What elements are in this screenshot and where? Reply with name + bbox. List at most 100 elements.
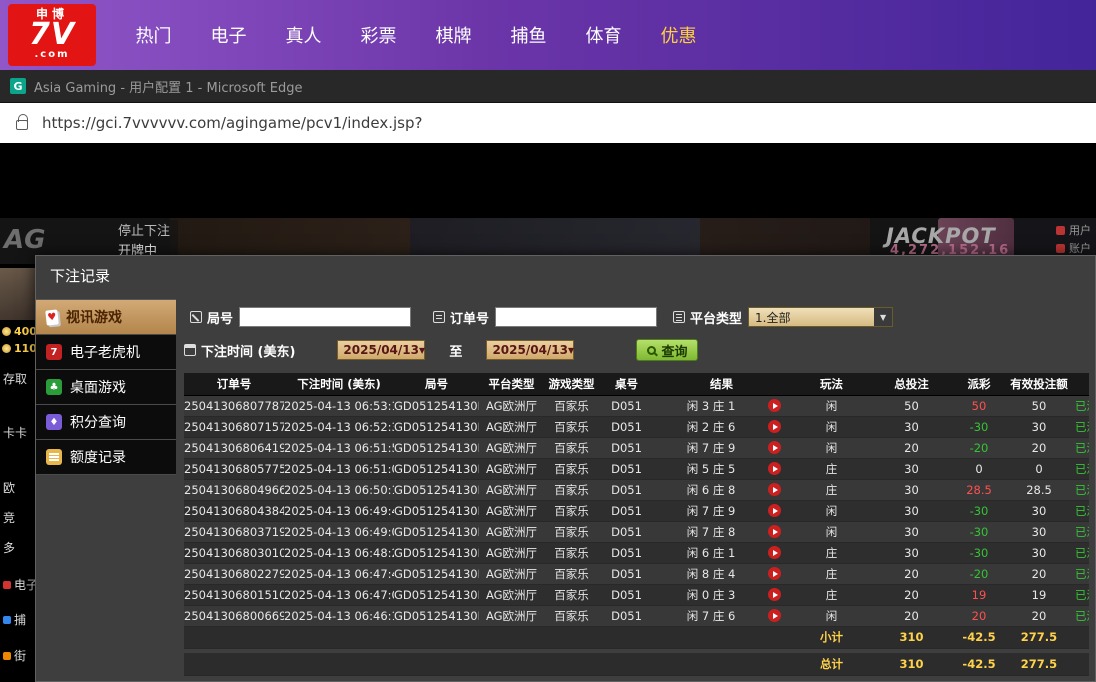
left-strip-label: 欧 <box>3 481 16 495</box>
browser-titlebar: G Asia Gaming - 用户配置 1 - Microsoft Edge <box>0 70 1096 103</box>
sidebar-item-4[interactable]: ♦ 积分查询 <box>36 405 176 440</box>
sidebar-item-2[interactable]: 7 电子老虎机 <box>36 335 176 370</box>
replay-icon[interactable] <box>768 420 781 433</box>
search-button[interactable]: 查询 <box>636 339 699 361</box>
sum-status <box>1069 626 1089 649</box>
cell-play: 闲 <box>789 605 874 627</box>
cell-result: 闲 7 庄 8 <box>654 521 789 543</box>
cell-table: D051 <box>599 584 654 606</box>
sidebar-item-5[interactable]: 额度记录 <box>36 440 176 475</box>
column-header: 有效投注额 <box>1009 373 1069 396</box>
result-wrap: 闲 6 庄 1 <box>654 545 789 561</box>
video-game-icon: ♥ <box>45 308 59 326</box>
replay-icon[interactable] <box>768 525 781 538</box>
cell-payout: -20 <box>949 563 1009 585</box>
date-to-value: 2025/04/13 <box>492 343 568 357</box>
replay-icon[interactable] <box>768 441 781 454</box>
replay-icon[interactable] <box>768 567 781 580</box>
search-button-label: 查询 <box>661 344 688 360</box>
date-to-select[interactable]: 2025/04/13 ▼ <box>486 340 575 360</box>
column-header: 派彩 <box>949 373 1009 396</box>
result-wrap: 闲 2 庄 6 <box>654 419 789 435</box>
cell-valid: 28.5 <box>1009 479 1069 501</box>
cell-status: 已派彩 <box>1069 542 1089 564</box>
left-strip-label: 竞 <box>3 511 16 525</box>
result-wrap: 闲 6 庄 8 <box>654 482 789 498</box>
left-strip-item: 街 <box>3 647 36 664</box>
url-text[interactable]: https://gci.7vvvvvv.com/agingame/pcv1/in… <box>42 114 422 132</box>
cell-time: 2025-04-13 06:49:44 <box>284 500 394 522</box>
nav-item-2[interactable]: 电子 <box>191 22 266 48</box>
bet-time-label-text: 下注时间 (美东) <box>201 344 296 360</box>
cell-round: GD051254130PG <box>394 542 479 564</box>
nav-item-1[interactable]: 热门 <box>116 22 191 48</box>
replay-icon[interactable] <box>768 504 781 517</box>
cell-time: 2025-04-13 06:49:08 <box>284 521 394 543</box>
cell-valid: 30 <box>1009 542 1069 564</box>
screen: 申博 7V .com 热门 电子 真人 彩票 棋牌 捕鱼 体育 优惠 G Asia Gamin… <box>0 0 1096 682</box>
column-header: 游戏类型 <box>544 373 599 396</box>
address-bar[interactable]: https://gci.7vvvvvv.com/agingame/pcv1/in… <box>0 103 1096 143</box>
cell-round: GD051254130PK <box>394 458 479 480</box>
cell-payout: 50 <box>949 395 1009 417</box>
table-row: 250413068049662 2025-04-13 06:50:19 GD0512… <box>184 479 1089 501</box>
cell-table: D051 <box>599 521 654 543</box>
sum-pad <box>184 653 789 676</box>
cell-valid: 50 <box>1009 395 1069 417</box>
cell-time: 2025-04-13 06:46:19 <box>284 605 394 627</box>
cell-order: 250413068022792 <box>184 563 284 585</box>
cell-total: 20 <box>874 563 949 585</box>
replay-icon[interactable] <box>768 546 781 559</box>
result-wrap: 闲 7 庄 9 <box>654 440 789 456</box>
cell-game: 百家乐 <box>544 395 599 417</box>
column-header: 玩法 <box>789 373 874 396</box>
cell-round: GD051254130PI <box>394 500 479 522</box>
cell-total: 30 <box>874 521 949 543</box>
cell-result: 闲 6 庄 8 <box>654 479 789 501</box>
subtotal-row: 小计 310 -42.5 277.5 <box>184 626 1089 649</box>
replay-icon[interactable] <box>768 399 781 412</box>
date-from-select[interactable]: 2025/04/13 ▼ <box>337 340 426 360</box>
sidebar-item-1[interactable]: ♥ 视讯游戏 <box>36 300 176 335</box>
nav-item-7[interactable]: 体育 <box>566 22 641 48</box>
order-input[interactable] <box>495 307 658 327</box>
platform-select[interactable]: 1.全部 ▼ <box>748 307 894 327</box>
top-nav: 热门 电子 真人 彩票 棋牌 捕鱼 体育 优惠 <box>116 22 716 48</box>
sidebar-item-label: 电子老虎机 <box>70 345 140 361</box>
nav-item-6[interactable]: 捕鱼 <box>491 22 566 48</box>
left-strip-item: 多 <box>3 539 36 556</box>
sum-valid: 277.5 <box>1009 653 1069 676</box>
cell-order: 250413068064191 <box>184 437 284 459</box>
nav-item-3[interactable]: 真人 <box>266 22 341 48</box>
cell-round: GD051254130PH <box>394 521 479 543</box>
balance-text: 110 <box>14 342 37 355</box>
replay-icon[interactable] <box>768 609 781 622</box>
cell-play: 庄 <box>789 584 874 606</box>
points-icon: ♦ <box>46 414 62 430</box>
nav-item-5[interactable]: 棋牌 <box>416 22 491 48</box>
left-strip-label: 存取 <box>3 372 28 386</box>
sidebar-item-3[interactable]: ♣ 桌面游戏 <box>36 370 176 405</box>
cell-result: 闲 8 庄 4 <box>654 563 789 585</box>
sidebar-item-label: 桌面游戏 <box>70 380 126 396</box>
replay-icon[interactable] <box>768 462 781 475</box>
result-text: 闲 8 庄 4 <box>686 566 736 581</box>
filter-row-2: 下注时间 (美东) 2025/04/13 ▼ 至 2025/04/13 ▼ 查询 <box>184 338 1095 362</box>
cell-platform: AG欧洲厅 <box>479 437 544 459</box>
platform-select-value: 1.全部 <box>755 310 791 325</box>
cell-result: 闲 3 庄 1 <box>654 395 789 417</box>
site-logo[interactable]: 申博 7V .com <box>8 4 96 66</box>
replay-icon[interactable] <box>768 483 781 496</box>
left-strip-label: 卡卡 <box>3 426 28 440</box>
round-input[interactable] <box>239 307 412 327</box>
round-label: 局号 <box>190 308 233 327</box>
table-row: 250413068015102 2025-04-13 06:47:02 GD0512… <box>184 584 1089 606</box>
panel-side-menu: ♥ 视讯游戏 7 电子老虎机 ♣ 桌面游戏 ♦ 积分查询 额度记录 <box>36 299 176 475</box>
nav-item-4[interactable]: 彩票 <box>341 22 416 48</box>
nav-item-8[interactable]: 优惠 <box>641 22 716 48</box>
replay-icon[interactable] <box>768 588 781 601</box>
table-game-icon: ♣ <box>46 379 62 395</box>
cell-status: 已派彩 <box>1069 500 1089 522</box>
records-table-wrap: 订单号下注时间 (美东)局号平台类型游戏类型桌号结果玩法总投注派彩有效投注额状态… <box>184 373 1089 676</box>
sum-total: 310 <box>874 653 949 676</box>
